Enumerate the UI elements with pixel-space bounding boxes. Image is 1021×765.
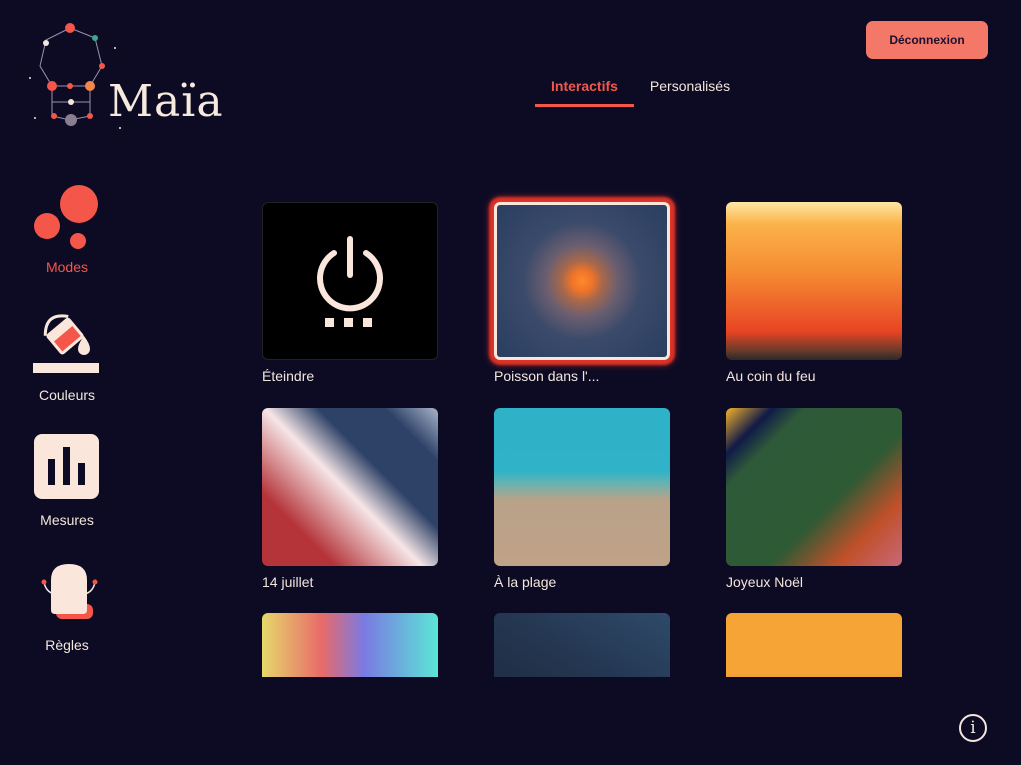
- app-name: Maïa: [108, 76, 224, 127]
- sidebar-item-modes[interactable]: Modes: [22, 184, 112, 275]
- sidebar-item-label: Couleurs: [38, 387, 96, 403]
- sidebar-item-label: Mesures: [40, 512, 94, 528]
- mode-preview: [494, 202, 670, 360]
- mode-label: À la plage: [494, 574, 557, 590]
- app-logo: Maïa: [20, 18, 240, 138]
- mode-tile-14-juillet[interactable]: 14 juillet: [262, 408, 438, 590]
- mode-tile-eteindre[interactable]: Éteindre: [262, 202, 438, 384]
- mode-preview: [726, 613, 902, 677]
- mode-tile-sunset[interactable]: [726, 613, 902, 677]
- modes-bubbles-icon: [34, 185, 98, 249]
- mode-tile-night[interactable]: [494, 613, 670, 677]
- bar-chart-icon: [34, 434, 99, 499]
- mode-preview: [262, 613, 438, 677]
- robot-icon: [41, 564, 98, 619]
- mode-preview: [262, 408, 438, 566]
- paint-bucket-icon: [33, 314, 99, 373]
- mode-tile-joyeux-noel[interactable]: Joyeux Noël: [726, 408, 902, 590]
- sidebar-item-regles[interactable]: Règles: [22, 558, 112, 653]
- logout-button[interactable]: Déconnexion: [866, 21, 988, 59]
- sidebar-item-mesures[interactable]: Mesures: [22, 433, 112, 528]
- sidebar-item-couleurs[interactable]: Couleurs: [22, 308, 112, 403]
- mode-tile-poisson[interactable]: Poisson dans l'...: [494, 202, 670, 384]
- sidebar-item-label: Règles: [45, 637, 89, 653]
- mode-preview: [726, 408, 902, 566]
- mode-preview: [494, 408, 670, 566]
- mode-tile-a-la-plage[interactable]: À la plage: [494, 408, 670, 590]
- tab-personalises[interactable]: Personalisés: [634, 70, 746, 107]
- mode-label: Poisson dans l'...: [494, 368, 600, 384]
- mode-preview: [494, 613, 670, 677]
- tab-interactifs[interactable]: Interactifs: [535, 70, 634, 107]
- mode-tile-au-coin-du-feu[interactable]: Au coin du feu: [726, 202, 902, 384]
- sidebar-item-label: Modes: [45, 259, 89, 275]
- mode-label: Éteindre: [262, 368, 315, 384]
- mode-label: Joyeux Noël: [726, 574, 804, 590]
- mode-tabs: Interactifs Personalisés: [535, 70, 746, 107]
- mode-preview: [726, 202, 902, 360]
- mode-tile-rainbow[interactable]: [262, 613, 438, 677]
- info-icon[interactable]: i: [959, 714, 987, 742]
- mode-label: 14 juillet: [262, 574, 314, 590]
- mode-preview: [262, 202, 438, 360]
- power-icon: [317, 236, 383, 327]
- mode-label: Au coin du feu: [726, 368, 816, 384]
